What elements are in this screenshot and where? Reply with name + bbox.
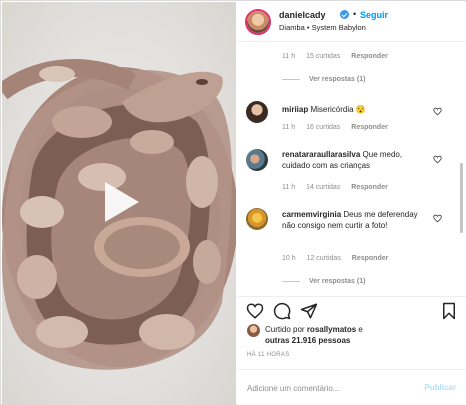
author-username[interactable]: danielcady xyxy=(279,10,326,20)
add-comment-bar: Publicar xyxy=(237,369,466,405)
comment-meta: 11 h 16 curtidas Responder xyxy=(282,124,397,131)
post-video[interactable] xyxy=(2,2,236,405)
comment-likes[interactable]: 14 curtidas xyxy=(306,184,340,191)
comment-body: Misericórdia 😯 xyxy=(310,105,366,114)
commenter-username[interactable]: carmemvirginia xyxy=(282,210,341,219)
verified-badge-icon xyxy=(340,10,349,19)
reply-button[interactable]: Responder xyxy=(351,184,388,191)
commenter-avatar[interactable] xyxy=(246,208,268,230)
commenter-avatar[interactable] xyxy=(246,101,268,123)
comment-meta: 11 h 14 curtidas Responder xyxy=(282,184,397,191)
view-replies-button[interactable]: Ver respostas (1) xyxy=(282,278,365,285)
heart-icon[interactable] xyxy=(246,302,264,320)
comment-meta: 11 h 15 curtidas Responder xyxy=(282,53,397,60)
liker-avatar[interactable] xyxy=(247,324,260,337)
likes-summary: Curtido por rosallymatos e outras 21.916… xyxy=(237,322,466,350)
share-icon[interactable] xyxy=(300,302,318,320)
comment-meta: 10 h 12 curtidas Responder xyxy=(282,255,397,262)
reply-button[interactable]: Responder xyxy=(352,255,389,262)
like-comment-heart-icon[interactable] xyxy=(433,107,442,116)
replies-line xyxy=(282,78,300,80)
comment-time: 11 h xyxy=(282,53,296,60)
bookmark-icon[interactable] xyxy=(440,302,458,320)
comment-text: renatararaullarasilva Que medo, cuidado … xyxy=(282,149,432,171)
comment-likes[interactable]: 16 curtidas xyxy=(306,124,340,131)
comment-time: 10 h xyxy=(282,255,296,262)
play-icon[interactable] xyxy=(99,180,143,224)
view-replies-label: Ver respostas (1) xyxy=(309,76,366,83)
likes-connector: e xyxy=(358,325,363,334)
like-comment-heart-icon[interactable] xyxy=(433,214,442,223)
commenter-username[interactable]: miriiap xyxy=(282,105,308,114)
liker-username[interactable]: rosallymatos xyxy=(307,325,356,334)
publish-button[interactable]: Publicar xyxy=(424,383,456,392)
follow-button[interactable]: Seguir xyxy=(360,10,388,20)
comment-text: carmemvirginia Deus me deferenday não co… xyxy=(282,209,432,231)
likes-text: Curtido por rosallymatos e outras 21.916… xyxy=(265,324,363,346)
comment-likes[interactable]: 12 curtidas xyxy=(307,255,341,262)
view-replies-button[interactable]: Ver respostas (1) xyxy=(282,76,365,83)
view-replies-label: Ver respostas (1) xyxy=(309,278,366,285)
comment-icon[interactable] xyxy=(273,302,291,320)
likes-prefix: Curtido por xyxy=(265,325,305,334)
commenter-username[interactable]: renatararaullarasilva xyxy=(282,150,360,159)
post-header: danielcady • Seguir Diamba • System Baby… xyxy=(237,2,466,42)
comment-likes[interactable]: 15 curtidas xyxy=(306,53,340,60)
author-avatar[interactable] xyxy=(245,9,271,35)
comments-scrollbar[interactable] xyxy=(460,163,463,233)
reply-button[interactable]: Responder xyxy=(351,124,388,131)
comments-list[interactable]: 11 h 15 curtidas Responder Ver respostas… xyxy=(237,43,466,296)
comment-time: 11 h xyxy=(282,124,296,131)
replies-line xyxy=(282,280,300,282)
commenter-avatar[interactable] xyxy=(246,149,268,171)
add-comment-input[interactable] xyxy=(247,380,407,396)
post-side-panel: danielcady • Seguir Diamba • System Baby… xyxy=(237,2,466,405)
comment-text: miriiap Misericórdia 😯 xyxy=(282,104,432,115)
like-comment-heart-icon[interactable] xyxy=(433,155,442,164)
post-location[interactable]: Diamba • System Babylon xyxy=(279,23,366,32)
post-time-ago[interactable]: HÁ 11 HORAS xyxy=(247,352,290,358)
comment-time: 11 h xyxy=(282,184,296,191)
reply-button[interactable]: Responder xyxy=(351,53,388,60)
instagram-post-frame: danielcady • Seguir Diamba • System Baby… xyxy=(0,0,466,405)
likes-others-count[interactable]: outras 21.916 pessoas xyxy=(265,336,350,345)
separator-dot: • xyxy=(353,9,357,19)
